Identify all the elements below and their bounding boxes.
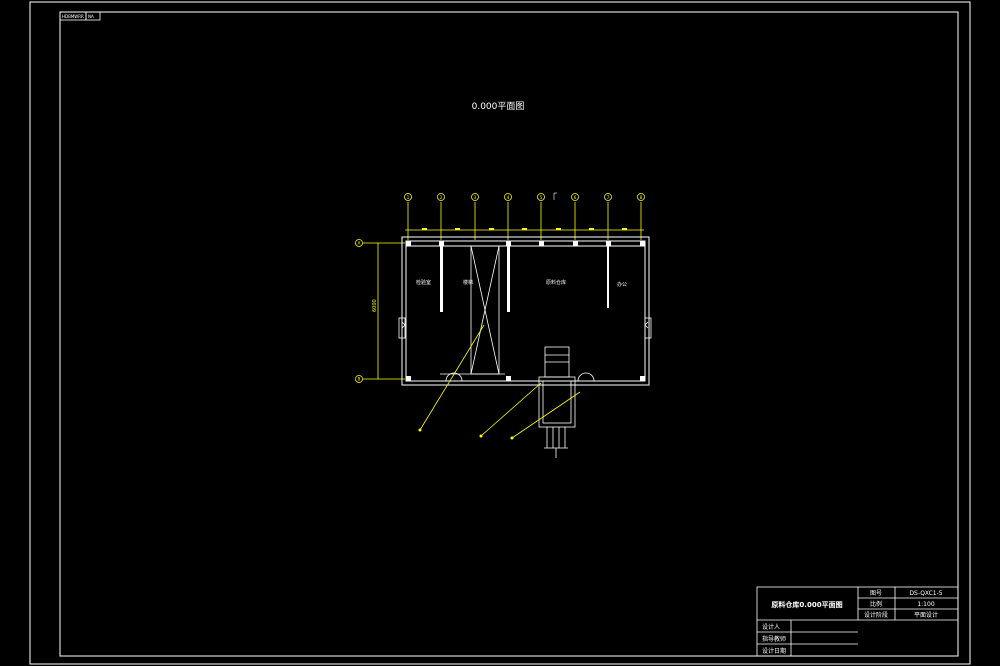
dimension-label: 6000 xyxy=(372,299,378,312)
axis-label-1: 1 xyxy=(407,195,410,200)
drawing-sheet: HDBMWRR NA 0.000平面图 6000 检验室 楼梯 原料仓库 办公 … xyxy=(29,1,971,665)
room-label-3: 原料仓库 xyxy=(546,279,566,286)
drawing-no-label: 图号 xyxy=(870,590,882,597)
corner-tag: HDBMWRR NA xyxy=(59,11,101,21)
room-label-1: 检验室 xyxy=(416,279,431,286)
corner-tag-right: NA xyxy=(88,14,94,19)
entrance-annex xyxy=(538,346,576,458)
axis-columns xyxy=(405,202,644,240)
building-walls xyxy=(401,236,650,386)
row-label-B: B xyxy=(358,377,361,382)
leader-dots xyxy=(418,428,514,440)
room-label-4: 办公 xyxy=(617,281,627,288)
title-block xyxy=(756,586,959,657)
axis-label-4: 4 xyxy=(507,195,510,200)
scale-value: 1:100 xyxy=(917,601,934,608)
design-stage-label: 设计阶段 xyxy=(864,611,888,619)
drawing-title: 0.000平面图 xyxy=(472,101,525,112)
corner-tag-left: HDBMWRR xyxy=(62,14,84,19)
axis-label-8: 8 xyxy=(640,195,643,200)
date-label: 设计日期 xyxy=(762,647,786,655)
design-stage-value: 平面设计 xyxy=(914,611,938,619)
row-label-A: A xyxy=(358,241,361,246)
axis-label-5: 5 xyxy=(540,195,543,200)
designer-label: 设计人 xyxy=(762,623,780,631)
side-doors xyxy=(398,317,652,339)
scale-label: 比例 xyxy=(870,600,882,608)
partitions xyxy=(440,246,609,312)
axis-label-7: 7 xyxy=(607,195,610,200)
checker-label: 指导教师 xyxy=(762,635,786,643)
room-label-2: 楼梯 xyxy=(463,279,473,286)
stair-shaft xyxy=(470,245,500,375)
row-dimension xyxy=(363,242,405,380)
title-block-title: 原料仓库0.000平面图 xyxy=(771,600,842,609)
drawing-no: DS-QXC1-5 xyxy=(909,590,942,597)
axis-label-6: 6 xyxy=(574,195,577,200)
axis-label-2: 2 xyxy=(440,195,443,200)
axis-label-3: 3 xyxy=(474,195,477,200)
axis-bubbles xyxy=(355,193,645,383)
